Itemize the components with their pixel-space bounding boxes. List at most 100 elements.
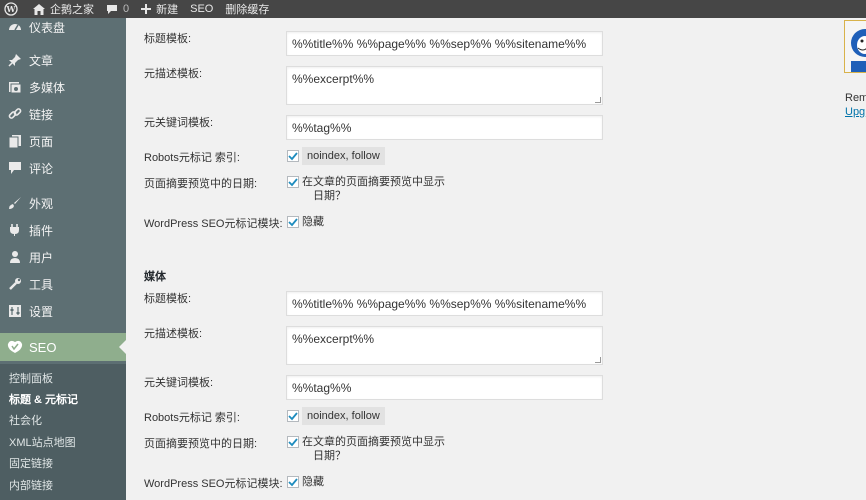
wrench-icon: [7, 276, 23, 292]
menu-item-seo[interactable]: SEO: [0, 333, 126, 361]
media-robots-noindex-checkbox[interactable]: [287, 410, 299, 422]
robots-noindex-value: noindex, follow: [302, 147, 385, 165]
submenu-item-permalinks[interactable]: 固定链接: [9, 455, 53, 471]
menu-item-plugins[interactable]: 插件: [0, 218, 126, 242]
robots-noindex-checkbox[interactable]: [287, 150, 299, 162]
menu-label: 外观: [29, 196, 54, 211]
pin-icon: [7, 52, 23, 68]
menu-item-comments[interactable]: 评论: [0, 156, 126, 180]
admin-sidebar: 仪表盘 文章 多媒体 链接 页面 评论 外观 插件 用户 工具 设置 SEO 控…: [0, 18, 126, 500]
seo-icon: [7, 339, 23, 355]
menu-item-dashboard[interactable]: 仪表盘: [0, 15, 126, 39]
checkmark-icon: [288, 412, 298, 421]
media-icon: [7, 79, 23, 95]
checkmark-icon: [288, 218, 298, 227]
plugin-icon: [7, 222, 23, 238]
checkmark-icon: [288, 478, 298, 487]
menu-label: 设置: [29, 304, 54, 319]
date-snippet-text-line1: 在文章的页面摘要预览中显示: [302, 176, 445, 188]
menu-item-tools[interactable]: 工具: [0, 272, 126, 296]
menu-item-pages[interactable]: 页面: [0, 129, 126, 153]
menu-item-settings[interactable]: 设置: [0, 299, 126, 323]
admin-bar: W 企鹅之家 0 新建 SEO 删除缓存: [0, 0, 866, 18]
comments-count: 0: [123, 3, 130, 15]
resize-grip-icon[interactable]: [595, 357, 601, 363]
menu-label: 链接: [29, 107, 54, 122]
user-icon: [7, 249, 23, 265]
seo-submenu: 控制面板 标题 & 元标记 社会化 XML站点地图 固定链接 内部链接: [0, 364, 126, 500]
new-label: 新建: [156, 4, 179, 16]
media-date-snippet-text-line1: 在文章的页面摘要预览中显示: [302, 436, 445, 448]
media-robots-index-label: Robots元标记 索引:: [144, 412, 240, 424]
meta-desc-value: %%excerpt%%: [292, 72, 375, 86]
media-meta-keywords-template-input[interactable]: %%tag%%: [286, 375, 603, 400]
menu-item-appearance[interactable]: 外观: [0, 191, 126, 215]
comment-icon: [7, 160, 23, 176]
meta-desc-template-textarea[interactable]: %%excerpt%%: [286, 66, 603, 105]
media-meta-keywords-template-label: 元关键词模板:: [144, 377, 214, 389]
right-widget-text: Rem: [845, 92, 866, 104]
settings-icon: [7, 303, 23, 319]
title-template-label: 标题模板:: [144, 33, 192, 45]
new-content-link[interactable]: 新建: [135, 0, 184, 18]
media-robots-noindex-value: noindex, follow: [302, 407, 385, 425]
media-metabox-hide-text: 隐藏: [302, 476, 324, 488]
comment-bubble-icon: [107, 4, 117, 14]
media-seo-metabox-label: WordPress SEO元标记模块:: [144, 478, 283, 490]
checkmark-icon: [288, 438, 298, 447]
media-date-snippet-text-line2: 日期？: [313, 450, 346, 462]
svg-text:W: W: [6, 4, 17, 14]
meta-desc-template-label: 元描述模板:: [144, 68, 203, 80]
menu-item-posts[interactable]: 文章: [0, 48, 126, 72]
media-title-template-label: 标题模板:: [144, 293, 192, 305]
submenu-item-titles-metas[interactable]: 标题 & 元标记: [9, 391, 78, 407]
checkmark-icon: [288, 152, 298, 161]
menu-label: 插件: [29, 223, 54, 238]
submenu-item-xml-sitemap[interactable]: XML站点地图: [9, 434, 76, 450]
menu-label: SEO: [29, 339, 57, 355]
checkmark-icon: [288, 178, 298, 187]
menu-label: 仪表盘: [29, 20, 66, 35]
home-icon: [33, 3, 45, 15]
right-widget-link[interactable]: Upg: [845, 106, 865, 118]
resize-grip-icon[interactable]: [595, 97, 601, 103]
clear-cache-link[interactable]: 删除缓存: [219, 0, 275, 18]
brush-icon: [7, 195, 23, 211]
seo-metabox-label: WordPress SEO元标记模块:: [144, 218, 283, 230]
meta-keywords-template-input[interactable]: %%tag%%: [286, 115, 603, 140]
menu-item-links[interactable]: 链接: [0, 102, 126, 126]
menu-label: 工具: [29, 277, 54, 292]
menu-label: 多媒体: [29, 80, 66, 95]
submenu-item-internal-links[interactable]: 内部链接: [9, 477, 53, 493]
media-title-template-input[interactable]: %%title%% %%page%% %%sep%% %%sitename%%: [286, 291, 603, 316]
date-snippet-text-line2: 日期？: [313, 190, 346, 202]
author-avatar: [844, 20, 866, 73]
media-date-snippet-label: 页面摘要预览中的日期:: [144, 438, 258, 450]
metabox-hide-text: 隐藏: [302, 216, 324, 228]
plus-icon: [141, 4, 152, 14]
menu-item-users[interactable]: 用户: [0, 245, 126, 269]
menu-item-media[interactable]: 多媒体: [0, 75, 126, 99]
seo-adminbar-link[interactable]: SEO: [184, 0, 219, 18]
media-meta-desc-value: %%excerpt%%: [292, 332, 375, 346]
submenu-item-dashboard[interactable]: 控制面板: [9, 370, 53, 386]
title-template-input[interactable]: %%title%% %%page%% %%sep%% %%sitename%%: [286, 31, 603, 56]
media-date-snippet-checkbox[interactable]: [287, 436, 299, 448]
date-snippet-checkbox[interactable]: [287, 176, 299, 188]
menu-label: 用户: [29, 250, 54, 265]
submenu-item-social[interactable]: 社会化: [9, 412, 42, 428]
menu-label: 页面: [29, 134, 54, 149]
media-meta-desc-template-textarea[interactable]: %%excerpt%%: [286, 326, 603, 365]
media-section-heading: 媒体: [144, 271, 166, 283]
menu-label: 评论: [29, 161, 54, 176]
page-icon: [7, 133, 23, 149]
media-metabox-hide-checkbox[interactable]: [287, 476, 299, 488]
dashboard-icon: [7, 19, 23, 35]
robots-index-label: Robots元标记 索引:: [144, 152, 240, 164]
metabox-hide-checkbox[interactable]: [287, 216, 299, 228]
meta-keywords-template-label: 元关键词模板:: [144, 117, 214, 129]
menu-label: 文章: [29, 53, 54, 68]
main-content: 标题模板: %%title%% %%page%% %%sep%% %%siten…: [126, 18, 866, 500]
link-icon: [7, 106, 23, 122]
date-snippet-label: 页面摘要预览中的日期:: [144, 178, 258, 190]
